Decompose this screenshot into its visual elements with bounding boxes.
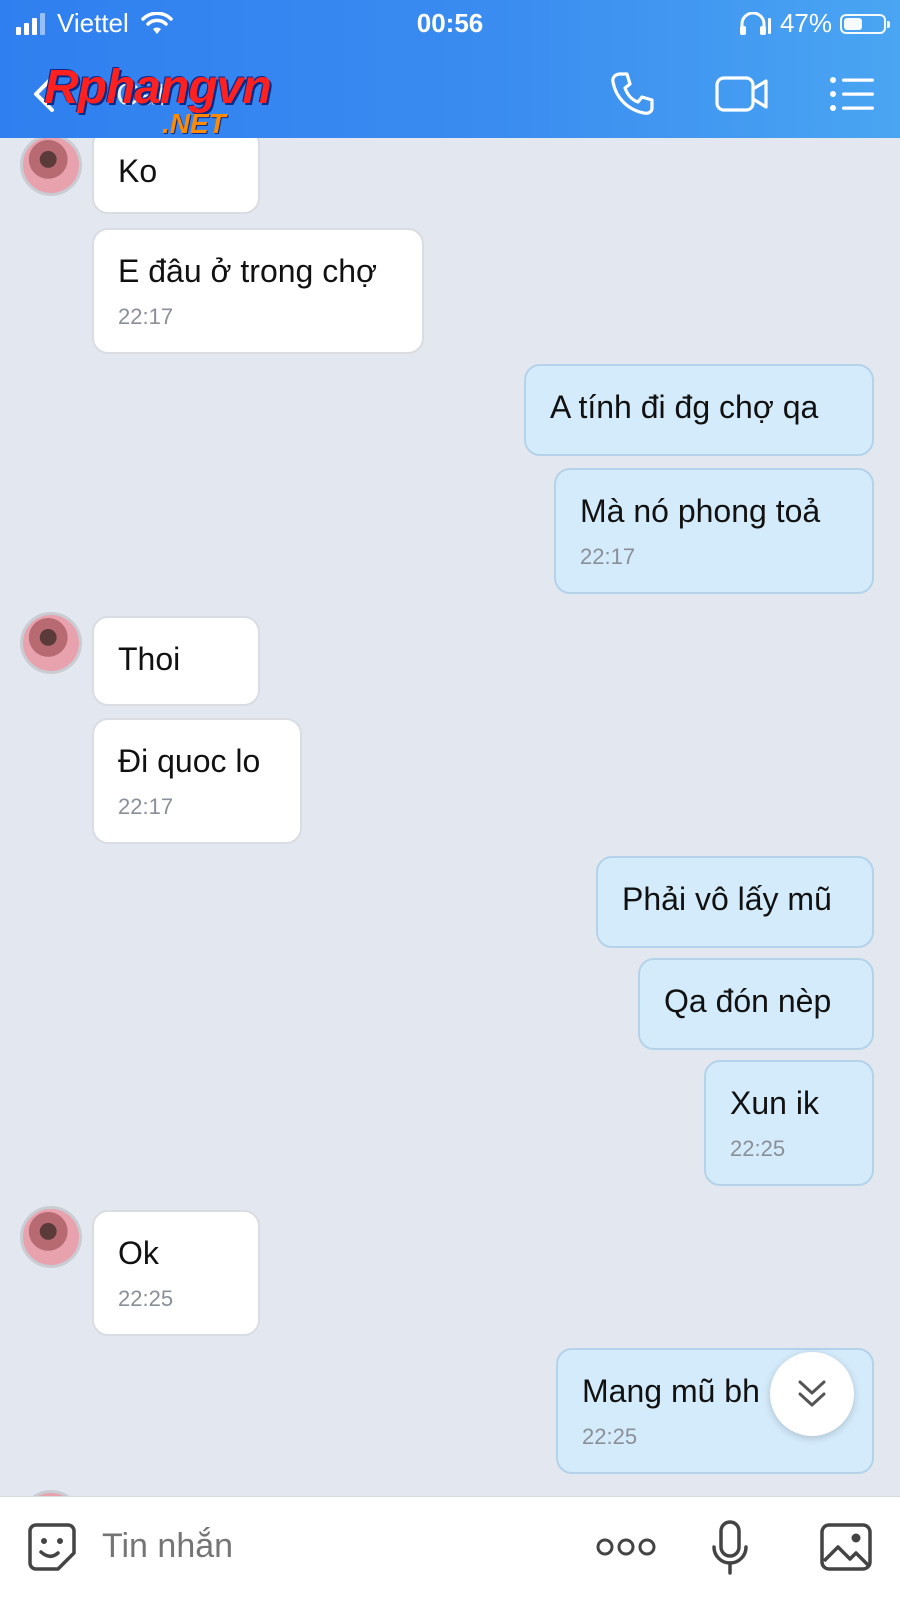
image-icon[interactable]: [818, 1519, 874, 1575]
message-input[interactable]: [102, 1527, 542, 1566]
message-text: Mà nó phong toả: [580, 493, 821, 529]
message-text: Xun ik: [730, 1085, 819, 1121]
watermark-main: Rphangvn: [44, 61, 272, 114]
message-bubble-outgoing[interactable]: Mà nó phong toả 22:17: [554, 468, 874, 594]
watermark-logo: Rphangvn .NET: [44, 60, 272, 139]
message-bubble-incoming[interactable]: Ok 22:25: [92, 1210, 260, 1336]
double-chevron-down-icon: [798, 1380, 826, 1407]
message-bubble-incoming[interactable]: Thoi: [92, 616, 260, 706]
message-text: Qa đón nèp: [664, 983, 832, 1019]
message-time: 22:17: [580, 544, 636, 569]
microphone-icon[interactable]: [710, 1519, 750, 1579]
message-text: Thoi: [118, 641, 181, 677]
sticker-icon[interactable]: [24, 1519, 80, 1575]
message-time: 22:17: [118, 794, 174, 819]
scroll-to-bottom-button[interactable]: [770, 1352, 854, 1436]
message-bubble-outgoing[interactable]: Xun ik 22:25: [704, 1060, 874, 1186]
battery-percent: 47%: [779, 8, 832, 38]
message-text: A tính đi đg chợ qa: [550, 389, 819, 425]
message-bubble-outgoing[interactable]: Qa đón nèp: [638, 958, 874, 1050]
status-bar: Viettel 00:56 47%: [0, 0, 900, 46]
message-bubble-incoming[interactable]: Đi quoc lo 22:17: [92, 718, 302, 844]
avatar[interactable]: [20, 138, 82, 196]
battery-icon: [840, 13, 890, 34]
chat-header: Viettel 00:56 47% Cát Rphangvn .NET: [0, 0, 900, 139]
message-bubble-incoming[interactable]: Ko: [92, 138, 260, 214]
more-dots-icon[interactable]: [596, 1533, 656, 1561]
avatar[interactable]: [20, 1206, 82, 1268]
message-time: 22:17: [118, 304, 174, 329]
message-bubble-outgoing[interactable]: A tính đi đg chợ qa: [524, 364, 874, 456]
message-text: Đi quoc lo: [118, 743, 261, 779]
message-time: 22:25: [730, 1136, 786, 1161]
message-list[interactable]: Ko E đâu ở trong chợ 22:17 A tính đi đg …: [0, 138, 900, 1496]
message-text: Phải vô lấy mũ: [622, 881, 832, 917]
watermark-sub: .NET: [162, 108, 226, 139]
message-bubble-outgoing[interactable]: Phải vô lấy mũ: [596, 856, 874, 948]
message-text: E đâu ở trong chợ: [118, 253, 377, 289]
nav-bar: Cát Rphangvn .NET: [0, 56, 900, 139]
headphones-icon: [739, 11, 771, 35]
avatar[interactable]: [20, 612, 82, 674]
video-camera-icon[interactable]: [714, 70, 770, 118]
message-text: Ko: [118, 153, 158, 189]
list-icon[interactable]: [828, 70, 876, 118]
message-bubble-incoming[interactable]: E đâu ở trong chợ 22:17: [92, 228, 424, 354]
message-composer: [0, 1496, 900, 1601]
phone-icon[interactable]: [608, 70, 656, 118]
message-time: 22:25: [118, 1286, 174, 1311]
message-text: Ok: [118, 1235, 159, 1271]
